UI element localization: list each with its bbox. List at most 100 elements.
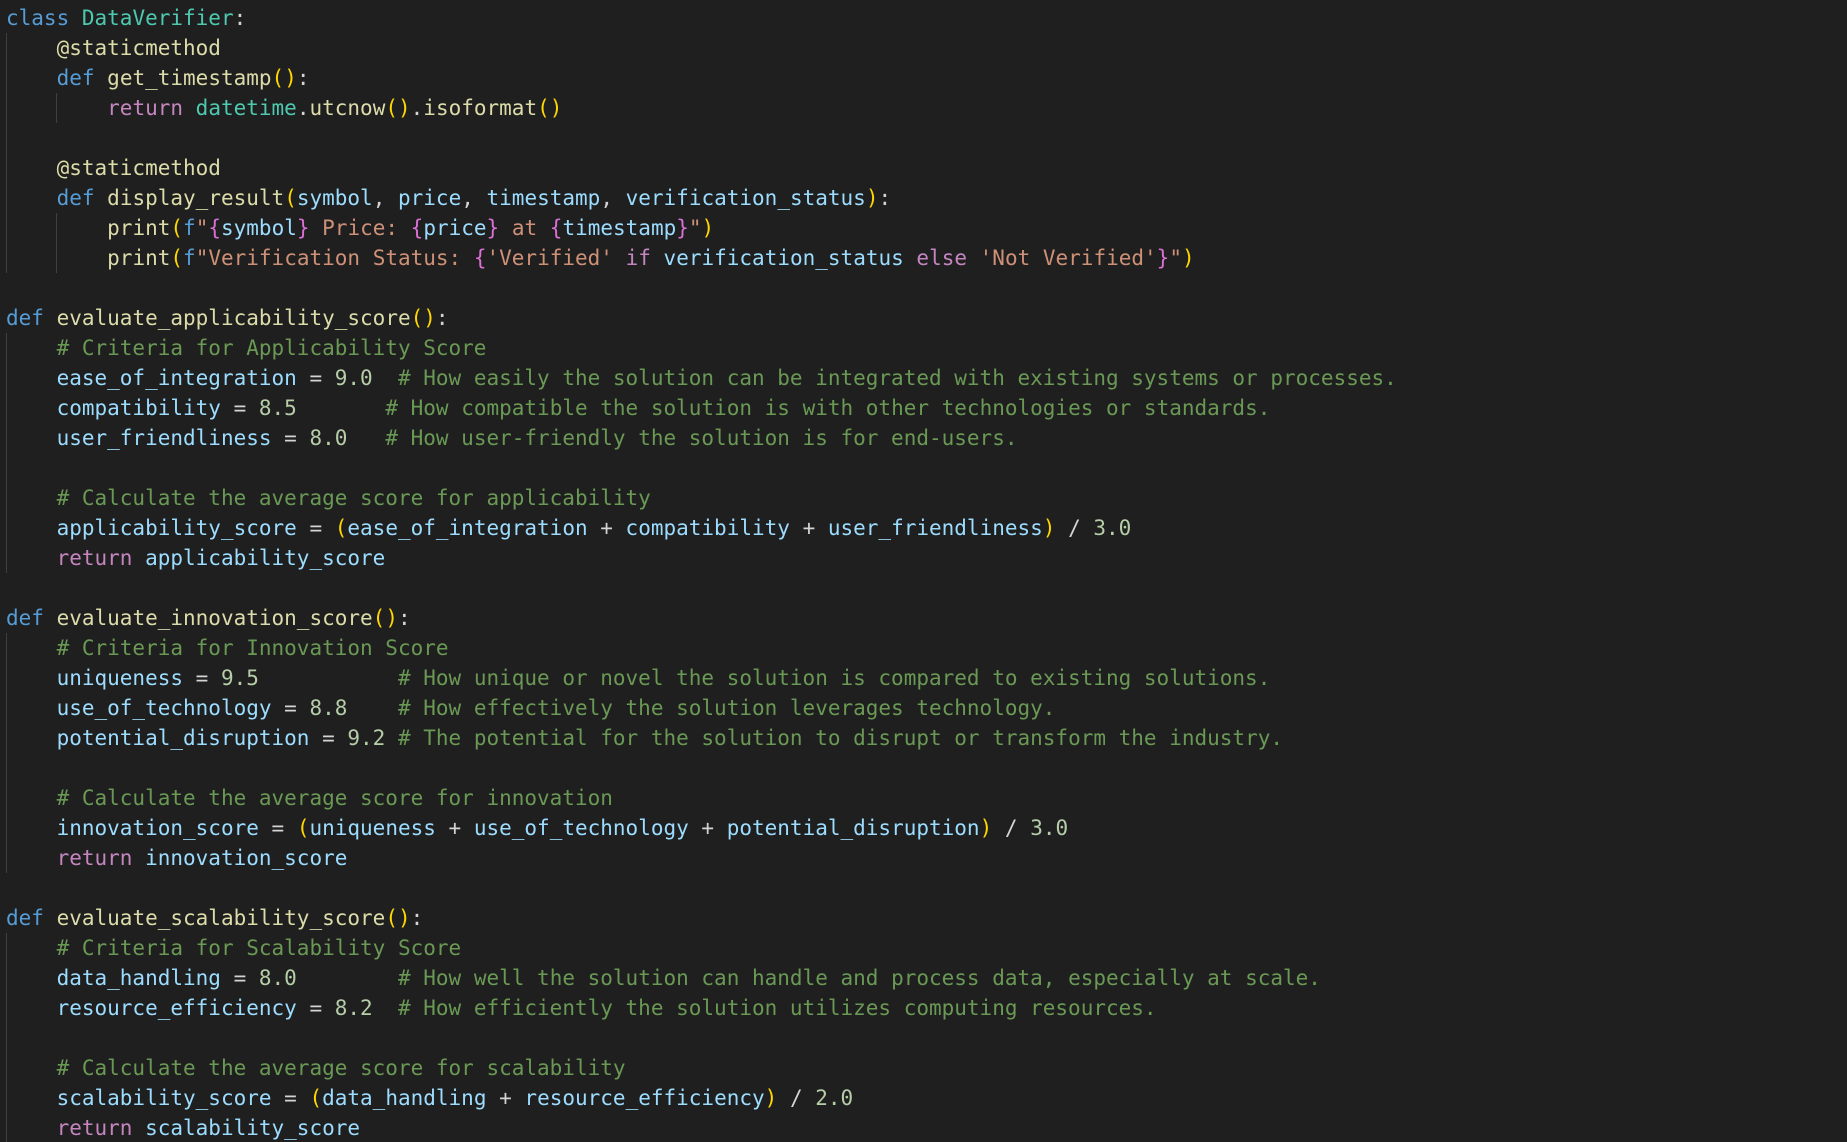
code-token: : [878,186,892,210]
code-token: = [220,966,259,990]
code-token: 9.5 [220,666,259,690]
code-token: use_of_technology [473,816,689,840]
code-line[interactable]: def get_timestamp(): [6,63,1397,93]
code-token: get_timestamp [107,66,272,90]
code-line[interactable]: class DataVerifier: [6,3,1397,33]
code-token: evaluate_innovation_score [56,606,373,630]
code-line[interactable]: return applicability_score [6,543,1397,573]
code-token: # How user-friendly the solution is for … [385,426,1018,450]
code-token: timestamp [486,186,601,210]
code-token: ease_of_integration [56,366,297,390]
code-token: # Calculate the average score for scalab… [56,1056,626,1080]
code-line[interactable]: uniqueness = 9.5 # How unique or novel t… [6,663,1397,693]
code-line[interactable]: @staticmethod [6,153,1397,183]
code-token: # The potential for the solution to disr… [397,726,1283,750]
indent-guide [6,93,7,123]
code-line[interactable]: # Calculate the average score for scalab… [6,1053,1397,1083]
code-line[interactable]: potential_disruption = 9.2 # The potenti… [6,723,1397,753]
code-line[interactable]: # Calculate the average score for applic… [6,483,1397,513]
code-line[interactable]: # Criteria for Innovation Score [6,633,1397,663]
code-line[interactable] [6,873,1397,903]
code-token: = [309,726,348,750]
code-token: @staticmethod [56,156,221,180]
code-token: ) [701,216,715,240]
code-line[interactable]: def display_result(symbol, price, timest… [6,183,1397,213]
code-token: + [789,516,828,540]
code-line[interactable]: # Criteria for Applicability Score [6,333,1397,363]
code-line[interactable]: ease_of_integration = 9.0 # How easily t… [6,363,1397,393]
code-token: at [499,216,550,240]
code-line[interactable] [6,453,1397,483]
code-line[interactable] [6,123,1397,153]
code-line[interactable]: applicability_score = (ease_of_integrati… [6,513,1397,543]
code-token: = [296,516,335,540]
code-line[interactable] [6,1023,1397,1053]
indent-guide [6,153,7,183]
code-token: = [271,1086,310,1110]
code-line[interactable]: data_handling = 8.0 # How well the solut… [6,963,1397,993]
code-line[interactable] [6,573,1397,603]
code-line[interactable] [6,273,1397,303]
code-token: / [1055,516,1094,540]
code-token: 3.0 [1030,816,1069,840]
code-token: () [385,96,411,120]
code-token: + [587,516,626,540]
code-token: ( [284,186,297,210]
indent-guide [6,993,7,1023]
code-line[interactable]: return scalability_score [6,1113,1397,1142]
code-token: + [435,816,474,840]
code-line[interactable] [6,753,1397,783]
code-line[interactable]: print(f"{symbol} Price: {price} at {time… [6,213,1397,243]
code-token: { [549,216,563,240]
code-line[interactable]: resource_efficiency = 8.2 # How efficien… [6,993,1397,1023]
code-line[interactable]: def evaluate_applicability_score(): [6,303,1397,333]
code-line[interactable]: def evaluate_innovation_score(): [6,603,1397,633]
code-line[interactable]: def evaluate_scalability_score(): [6,903,1397,933]
code-token: ) [764,1086,778,1110]
code-line[interactable]: print(f"Verification Status: {'Verified'… [6,243,1397,273]
code-token: return [56,846,133,870]
code-token: / [992,816,1031,840]
code-line[interactable]: use_of_technology = 8.8 # How effectivel… [6,693,1397,723]
indent-guide [6,1023,7,1053]
indent-guide [6,1083,7,1113]
code-token: verification_status [625,186,866,210]
code-token: potential_disruption [56,726,310,750]
code-view[interactable]: class DataVerifier: @staticmethod def ge… [6,3,1397,1142]
code-line[interactable]: # Calculate the average score for innova… [6,783,1397,813]
code-token: return [56,1116,133,1140]
code-token: { [473,246,487,270]
code-line[interactable]: user_friendliness = 8.0 # How user-frien… [6,423,1397,453]
code-line[interactable]: return datetime.utcnow().isoformat() [6,93,1397,123]
code-token: # Calculate the average score for applic… [56,486,651,510]
code-line[interactable]: compatibility = 8.5 # How compatible the… [6,393,1397,423]
code-line[interactable]: scalability_score = (data_handling + res… [6,1083,1397,1113]
code-token: datetime [195,96,297,120]
code-token: resource_efficiency [524,1086,765,1110]
code-editor[interactable]: class DataVerifier: @staticmethod def ge… [0,0,1847,1142]
code-line[interactable]: @staticmethod [6,33,1397,63]
code-token: innovation_score [56,816,259,840]
code-line[interactable]: return innovation_score [6,843,1397,873]
code-token: DataVerifier [81,6,234,30]
code-token: 8.0 [309,426,348,450]
code-token: () [537,96,563,120]
code-token: " [195,216,209,240]
code-token: ) [865,186,879,210]
code-line[interactable]: innovation_score = (uniqueness + use_of_… [6,813,1397,843]
code-line[interactable]: # Criteria for Scalability Score [6,933,1397,963]
